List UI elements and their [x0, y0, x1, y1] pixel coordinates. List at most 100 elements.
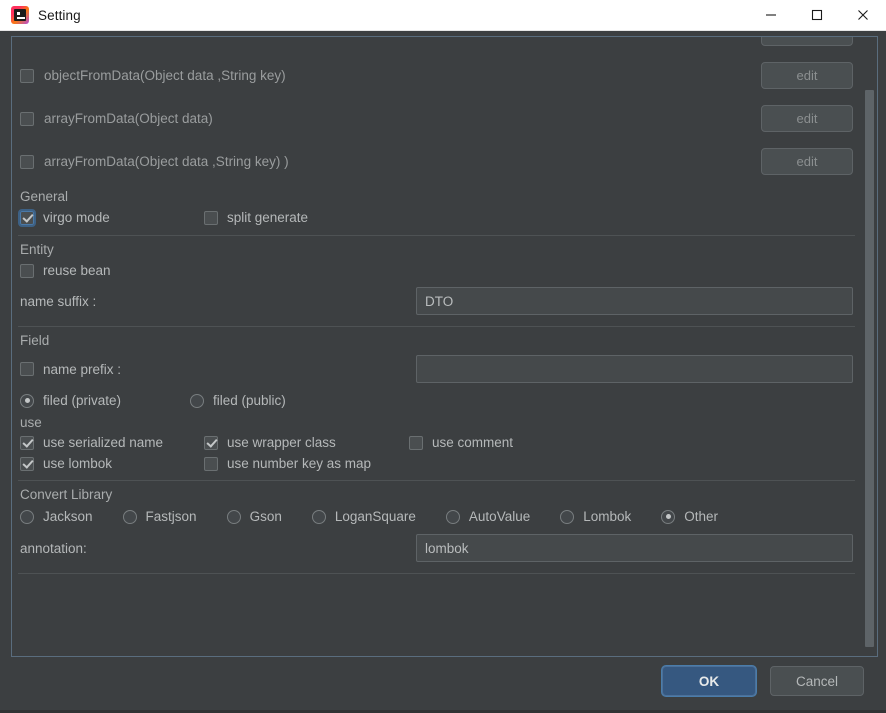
radio-filed-private[interactable]: filed (private) — [20, 393, 190, 408]
fastjson-label: Fastjson — [145, 509, 197, 524]
use-serialized-name-label: use serialized name — [43, 435, 164, 450]
option-use-number-key-as-map[interactable]: use number key as map — [204, 456, 409, 471]
window-titlebar: Setting — [0, 0, 886, 31]
name-prefix-input[interactable] — [416, 355, 853, 383]
logansquare-radio[interactable] — [311, 509, 326, 524]
window-title: Setting — [38, 7, 81, 23]
method-label-1: arrayFromData(Object data) — [44, 111, 213, 126]
annotation-row: annotation: — [18, 529, 855, 567]
option-use-lombok[interactable]: use lombok — [20, 456, 204, 471]
radio-fastjson[interactable]: Fastjson — [122, 509, 197, 524]
radio-logansquare[interactable]: LoganSquare — [311, 509, 416, 524]
radio-filed-public[interactable]: filed (public) — [190, 393, 286, 408]
option-use-comment[interactable]: use comment — [409, 435, 513, 450]
use-options-row-1: use serialized name use wrapper class us… — [18, 432, 855, 453]
section-title-entity: Entity — [20, 242, 54, 257]
option-use-serialized-name[interactable]: use serialized name — [20, 435, 204, 450]
filed-public-label: filed (public) — [213, 393, 286, 408]
close-button[interactable] — [840, 0, 886, 31]
lombok-radio[interactable] — [560, 509, 575, 524]
name-suffix-row: name suffix : — [18, 282, 855, 320]
intellij-logo-icon — [11, 6, 29, 24]
gson-radio[interactable] — [226, 509, 241, 524]
option-virgo-mode[interactable]: virgo mode — [18, 208, 204, 227]
option-reuse-bean[interactable]: reuse bean — [20, 263, 111, 278]
divider — [18, 573, 855, 574]
filed-private-label: filed (private) — [43, 393, 122, 408]
autovalue-label: AutoValue — [468, 509, 531, 524]
use-lombok-label: use lombok — [43, 456, 113, 471]
maximize-button[interactable] — [794, 0, 840, 31]
method-edit-button-2[interactable]: edit — [761, 148, 853, 175]
virgo-mode-checkbox[interactable] — [18, 208, 36, 227]
logansquare-label: LoganSquare — [334, 509, 416, 524]
radio-gson[interactable]: Gson — [226, 509, 282, 524]
name-prefix-row: name prefix : — [18, 350, 855, 388]
cancel-button[interactable]: Cancel — [770, 666, 864, 696]
name-prefix-label: name prefix : — [43, 361, 122, 377]
virgo-mode-label: virgo mode — [43, 210, 110, 225]
autovalue-radio[interactable] — [445, 509, 460, 524]
partial-method-row — [18, 37, 855, 54]
option-name-prefix[interactable]: name prefix : — [20, 362, 121, 377]
reuse-bean-label: reuse bean — [43, 263, 111, 278]
entity-options: reuse bean — [18, 259, 855, 282]
method-label-0: objectFromData(Object data ,String key) — [44, 68, 286, 83]
field-visibility-group: filed (private) filed (public) — [18, 388, 855, 413]
method-row: arrayFromData(Object data) edit — [18, 97, 855, 140]
filed-public-radio[interactable] — [190, 393, 204, 408]
name-prefix-checkbox[interactable] — [20, 362, 34, 376]
jackson-radio[interactable] — [20, 509, 34, 524]
radio-other[interactable]: Other — [661, 509, 718, 524]
radio-lombok[interactable]: Lombok — [560, 509, 631, 524]
ok-button[interactable]: OK — [662, 666, 756, 696]
use-number-key-as-map-checkbox[interactable] — [204, 456, 218, 471]
gson-label: Gson — [249, 509, 282, 524]
name-suffix-label: name suffix : — [20, 293, 97, 309]
minimize-button[interactable] — [748, 0, 794, 31]
section-title-convert-library: Convert Library — [20, 487, 113, 502]
settings-dialog: objectFromData(Object data ,String key) … — [0, 31, 886, 713]
convert-library-group: Jackson Fastjson Gson LoganSquare AutoVa… — [18, 504, 855, 529]
use-comment-checkbox[interactable] — [409, 435, 423, 450]
reuse-bean-checkbox[interactable] — [20, 263, 34, 278]
method-edit-button-1[interactable]: edit — [761, 105, 853, 132]
use-lombok-checkbox[interactable] — [20, 456, 34, 471]
radio-jackson[interactable]: Jackson — [20, 509, 93, 524]
method-row: objectFromData(Object data ,String key) … — [18, 54, 855, 97]
lombok-label: Lombok — [583, 509, 632, 524]
section-title-general: General — [20, 189, 69, 204]
radio-autovalue[interactable]: AutoValue — [445, 509, 531, 524]
other-radio[interactable] — [661, 509, 676, 524]
settings-content: objectFromData(Object data ,String key) … — [12, 37, 863, 574]
fastjson-radio[interactable] — [122, 509, 137, 524]
method-edit-button-0[interactable]: edit — [761, 62, 853, 89]
use-serialized-name-checkbox[interactable] — [20, 435, 34, 450]
section-title-use: use — [20, 415, 42, 430]
option-use-wrapper-class[interactable]: use wrapper class — [204, 435, 409, 450]
dialog-footer: OK Cancel — [0, 657, 886, 713]
partial-edit-button[interactable] — [761, 37, 853, 46]
method-checkbox-1[interactable] — [20, 111, 34, 126]
use-wrapper-class-checkbox[interactable] — [204, 435, 218, 450]
method-checkbox-0[interactable] — [20, 68, 34, 83]
scrollbar-thumb[interactable] — [865, 90, 874, 647]
split-generate-label: split generate — [227, 210, 309, 225]
use-number-key-as-map-label: use number key as map — [227, 456, 372, 471]
annotation-label: annotation: — [20, 540, 87, 556]
vertical-scrollbar[interactable] — [863, 38, 876, 655]
jackson-label: Jackson — [43, 509, 93, 524]
method-checkbox-2[interactable] — [20, 154, 34, 169]
general-options: virgo mode split generate — [18, 206, 855, 229]
option-split-generate[interactable]: split generate — [204, 210, 308, 225]
filed-private-radio[interactable] — [20, 393, 34, 408]
name-suffix-input[interactable] — [416, 287, 853, 315]
method-label-2: arrayFromData(Object data ,String key) ) — [44, 154, 289, 169]
annotation-input[interactable] — [416, 534, 853, 562]
window-controls — [748, 0, 886, 31]
section-title-field: Field — [20, 333, 50, 348]
split-generate-checkbox[interactable] — [204, 210, 218, 225]
use-options-row-2: use lombok use number key as map — [18, 453, 855, 474]
use-wrapper-class-label: use wrapper class — [227, 435, 336, 450]
method-row: arrayFromData(Object data ,String key) )… — [18, 140, 855, 183]
